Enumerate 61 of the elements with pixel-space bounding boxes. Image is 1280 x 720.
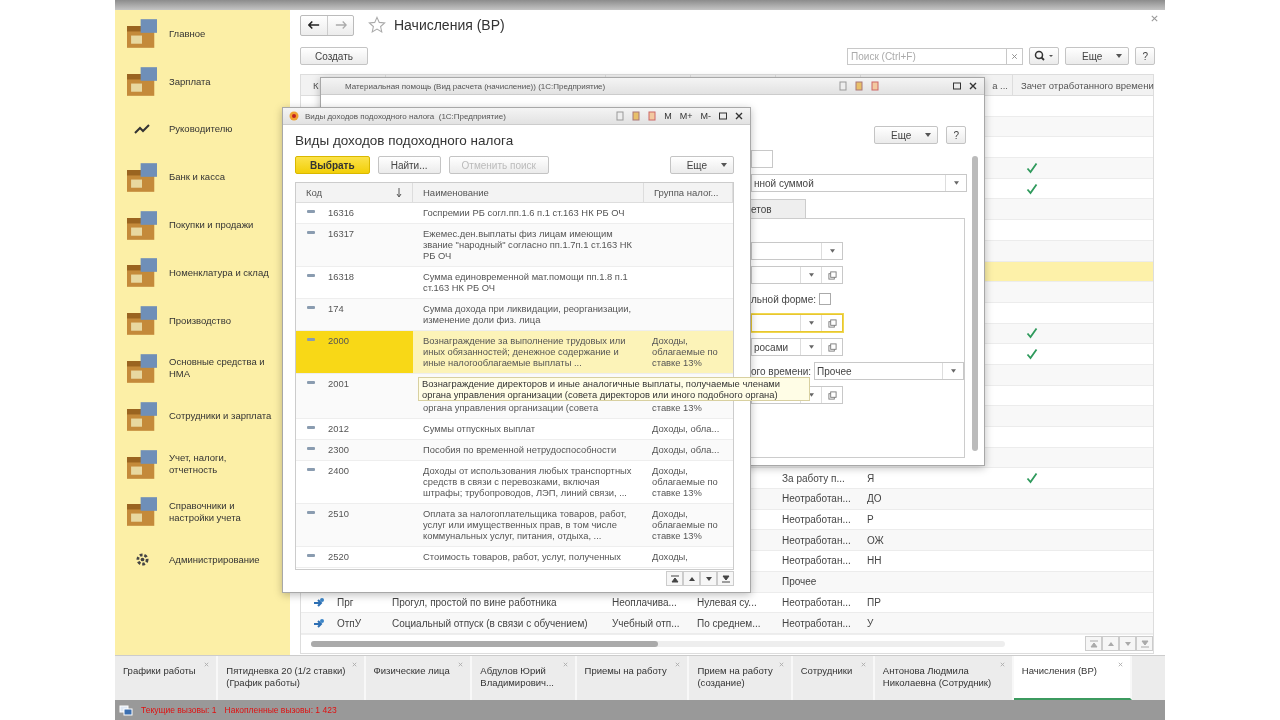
table-cell: Доходы, обла... xyxy=(652,423,720,434)
table-cell: ставке 13% xyxy=(652,402,702,413)
table-cell: 2001 xyxy=(328,378,349,389)
table-cell: Доходы от использования любых транспортных средств в связи с перевозками, включая штрафы; трубопроводов, ЛЭП, линий связи, ... xyxy=(423,465,632,498)
table-cell: 16317 xyxy=(328,228,355,239)
table-cell: Я xyxy=(867,472,875,484)
table-cell: ОтпУ xyxy=(337,617,362,629)
table-cell: Нулевая су... xyxy=(697,596,757,608)
table-cell: Неотработан... xyxy=(782,514,851,526)
table-cell: 2012 xyxy=(328,423,349,434)
table-cell: Стоимость товаров, работ, услуг, полученных xyxy=(423,551,621,562)
table-cell: Социальный отпуск (в связи с обучением) xyxy=(392,617,588,629)
table-cell: 174 xyxy=(328,303,344,314)
table-cell: Оплата за налогоплательщика товаров, работ, услуг или имущественных прав, в том числе коммунальных услуг, питания, отдыха, ... xyxy=(423,508,627,541)
table-cell: 16318 xyxy=(328,271,355,282)
table-cell: Госпремии РБ согл.пп.1.6 п.1 ст.163 НК РБ ОЧ xyxy=(423,207,625,218)
table-cell: Сумма дохода при ликвидации, реорганизации, изменение доли физ. лица xyxy=(423,303,632,325)
table-cell: Р xyxy=(867,514,874,526)
table-cell: ДО xyxy=(867,493,882,505)
table-cell: Доходы, облагаемые по ставке 13% xyxy=(652,508,718,541)
table-cell: Доходы, облагаемые по ставке 13% xyxy=(652,465,718,498)
status-text: Текущие вызовы: 1 xyxy=(141,705,217,715)
table-cell: Ежемес.ден.выплаты физ лицам имеющим звание "народный" согласно пп.1.7п.1 ст.163 НК РБ ОЧ xyxy=(423,228,633,261)
table-cell: 16316 xyxy=(328,207,355,218)
window-title: Материальная помощь (Вид расчета (начисление)) (1С:Предприятие) xyxy=(345,81,606,91)
page-title: Начисления (ВР) xyxy=(394,17,505,33)
table-cell: Неотработан... xyxy=(782,534,851,546)
table-cell: Неотработан... xyxy=(782,493,851,505)
table-cell: органа управления организации (совета xyxy=(423,402,599,413)
table-cell: 2520 xyxy=(328,551,349,562)
table-cell: ПР xyxy=(867,596,881,608)
table-cell: Доходы, облагаемые по ставке 13% xyxy=(652,335,718,368)
table-cell: По среднем... xyxy=(697,617,761,629)
table-cell: Прогул, простой по вине работника xyxy=(392,596,557,608)
table-cell: 2000 xyxy=(328,335,349,346)
field-label: ого времени: xyxy=(751,365,812,377)
table-cell: За работу п... xyxy=(782,472,845,484)
table-cell: Доходы, xyxy=(652,551,688,562)
tooltip: Вознаграждение директоров и иные аналогичные выплаты, получаемые членами органа управления организации (совета директоров или иного подобного органа) xyxy=(418,377,810,401)
table-cell: Учебный отп... xyxy=(612,617,680,629)
table-cell: Доходы, обла... xyxy=(652,444,720,455)
table-cell: Сумма единовременной мат.помощи пп.1.8 п.1 ст.163 НК РБ ОЧ xyxy=(423,271,628,293)
table-cell: 2300 xyxy=(328,444,349,455)
table-cell: Вознаграждение за выполнение трудовых или иных обязанностей; денежное содержание и иные налогооблагаемые выплаты ... xyxy=(423,335,626,368)
table-cell: Неотработан... xyxy=(782,596,851,608)
table-cell: Неоплачива... xyxy=(612,596,677,608)
table-cell: Суммы отпускных выплат xyxy=(423,423,536,434)
table-cell: Неотработан... xyxy=(782,555,851,567)
table-cell: Прг xyxy=(337,596,354,608)
field-label: льной форме: xyxy=(751,293,817,305)
status-text: Накопленные вызовы: 1 423 xyxy=(224,705,337,715)
table-cell: 2510 xyxy=(328,508,349,519)
window-title: Виды доходов подоходного налога (1С:Предприятие) xyxy=(305,111,506,121)
table-cell: У xyxy=(867,617,874,629)
table-cell: Неотработан... xyxy=(782,617,851,629)
table-cell: Прочее xyxy=(782,576,817,588)
table-cell: 2400 xyxy=(328,465,349,476)
dialog-heading: Виды доходов подоходного налога xyxy=(295,133,515,148)
table-cell: НН xyxy=(867,555,882,567)
table-cell: ОЖ xyxy=(867,534,884,546)
table-cell: Пособия по временной нетрудоспособности xyxy=(423,444,617,455)
